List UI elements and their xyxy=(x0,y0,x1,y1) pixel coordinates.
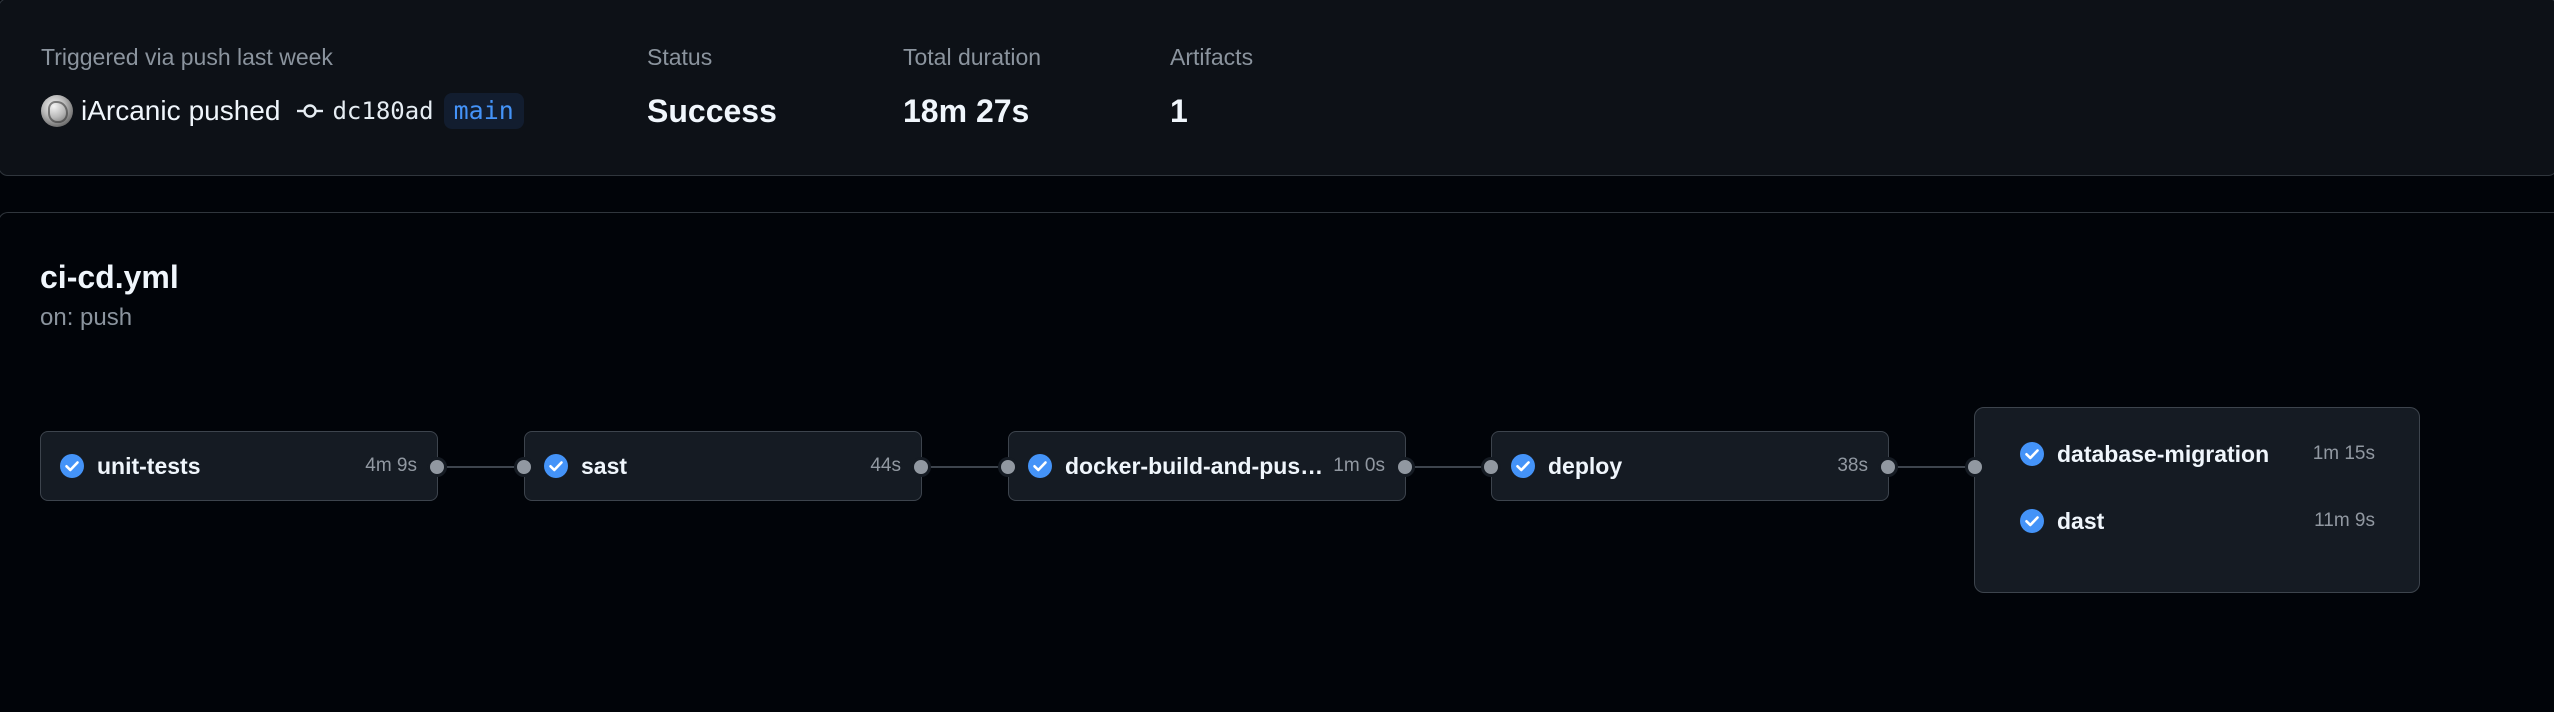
artifacts-label: Artifacts xyxy=(1170,44,1254,70)
artifacts-section: Artifacts 1 xyxy=(1170,43,1253,131)
trigger-label: Triggered via push last week xyxy=(41,44,333,70)
job-duration: 1m 15s xyxy=(2312,443,2375,464)
job-database-migration[interactable]: database-migration 1m 15s xyxy=(2019,434,2375,474)
job-duration: 11m 9s xyxy=(2314,510,2375,531)
job-name: database-migration xyxy=(2057,440,2270,467)
connector-line xyxy=(1888,466,1974,468)
push-action-text: pushed xyxy=(188,95,281,126)
job-duration: 38s xyxy=(1837,455,1868,476)
job-name: unit-tests xyxy=(97,452,201,479)
avatar[interactable] xyxy=(41,95,73,127)
job-name: dast xyxy=(2057,507,2105,534)
connector-line xyxy=(920,466,1008,468)
check-circle-icon xyxy=(544,454,568,478)
connector-line xyxy=(436,466,523,468)
job-group-final: database-migration 1m 15s dast 11m 9s xyxy=(1974,407,2420,593)
job-name: deploy xyxy=(1548,452,1623,479)
job-output-handle[interactable] xyxy=(1395,457,1415,477)
duration-value: 18m 27s xyxy=(903,93,1030,129)
job-input-handle[interactable] xyxy=(998,457,1018,477)
status-value: Success xyxy=(647,93,777,129)
actor-name[interactable]: iArcanic xyxy=(81,95,181,127)
git-commit-icon xyxy=(296,101,324,121)
artifacts-count-link[interactable]: 1 xyxy=(1170,91,1253,131)
duration-label: Total duration xyxy=(903,44,1042,70)
job-sast[interactable]: sast 44s xyxy=(524,431,922,501)
job-dast[interactable]: dast 11m 9s xyxy=(2019,501,2375,541)
job-name: sast xyxy=(581,452,628,479)
connector-line xyxy=(1404,466,1492,468)
job-unit-tests[interactable]: unit-tests 4m 9s xyxy=(40,431,438,501)
check-circle-icon xyxy=(2020,442,2044,466)
job-name: docker-build-and-push-... xyxy=(1065,452,1328,479)
job-output-handle[interactable] xyxy=(911,457,931,477)
check-circle-icon xyxy=(1028,454,1052,478)
workflow-file-name: ci-cd.yml xyxy=(40,259,179,295)
check-circle-icon xyxy=(1511,454,1535,478)
job-deploy[interactable]: deploy 38s xyxy=(1491,431,1889,501)
run-summary: Triggered via push last week iArcanic pu… xyxy=(0,0,2554,176)
job-docker-build-and-push[interactable]: docker-build-and-push-... 1m 0s xyxy=(1008,431,1406,501)
job-duration: 4m 9s xyxy=(365,455,417,476)
status-section: Status Success xyxy=(647,43,777,131)
commit-sha-link[interactable]: dc180ad xyxy=(332,97,433,125)
trigger-section: Triggered via push last week iArcanic pu… xyxy=(41,43,524,131)
job-duration: 1m 0s xyxy=(1333,455,1385,476)
job-input-handle[interactable] xyxy=(514,457,534,477)
branch-badge[interactable]: main xyxy=(443,93,524,129)
job-input-handle[interactable] xyxy=(1965,457,1985,477)
job-output-handle[interactable] xyxy=(427,457,447,477)
job-output-handle[interactable] xyxy=(1878,457,1898,477)
check-circle-icon xyxy=(60,454,84,478)
job-input-handle[interactable] xyxy=(1481,457,1501,477)
status-label: Status xyxy=(647,44,713,70)
check-circle-icon xyxy=(2020,509,2044,533)
duration-section: Total duration 18m 27s xyxy=(903,43,1041,131)
job-duration: 44s xyxy=(870,455,901,476)
workflow-trigger: on: push xyxy=(40,304,133,331)
